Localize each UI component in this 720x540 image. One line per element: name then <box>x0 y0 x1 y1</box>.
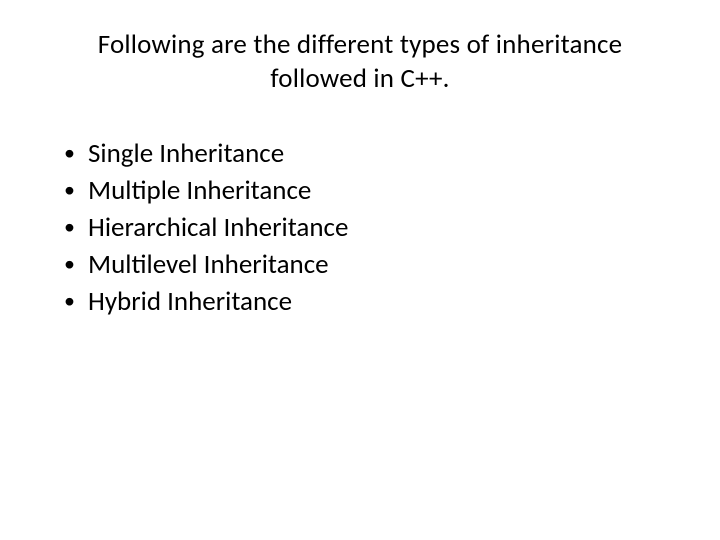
list-item-text: Hierarchical Inheritance <box>88 210 670 245</box>
bullet-icon: • <box>58 173 88 206</box>
bullet-icon: • <box>58 247 88 280</box>
list-item-text: Single Inheritance <box>88 136 670 171</box>
bullet-icon: • <box>58 210 88 243</box>
list-item: • Multiple Inheritance <box>58 173 670 208</box>
list-item-text: Multiple Inheritance <box>88 173 670 208</box>
bullet-list: • Single Inheritance • Multiple Inherita… <box>50 136 670 319</box>
list-item-text: Hybrid Inheritance <box>88 284 670 319</box>
slide-container: Following are the different types of inh… <box>0 0 720 540</box>
list-item: • Multilevel Inheritance <box>58 247 670 282</box>
bullet-icon: • <box>58 136 88 169</box>
list-item: • Hybrid Inheritance <box>58 284 670 319</box>
slide-title: Following are the different types of inh… <box>50 28 670 96</box>
list-item-text: Multilevel Inheritance <box>88 247 670 282</box>
list-item: • Single Inheritance <box>58 136 670 171</box>
list-item: • Hierarchical Inheritance <box>58 210 670 245</box>
bullet-icon: • <box>58 284 88 317</box>
